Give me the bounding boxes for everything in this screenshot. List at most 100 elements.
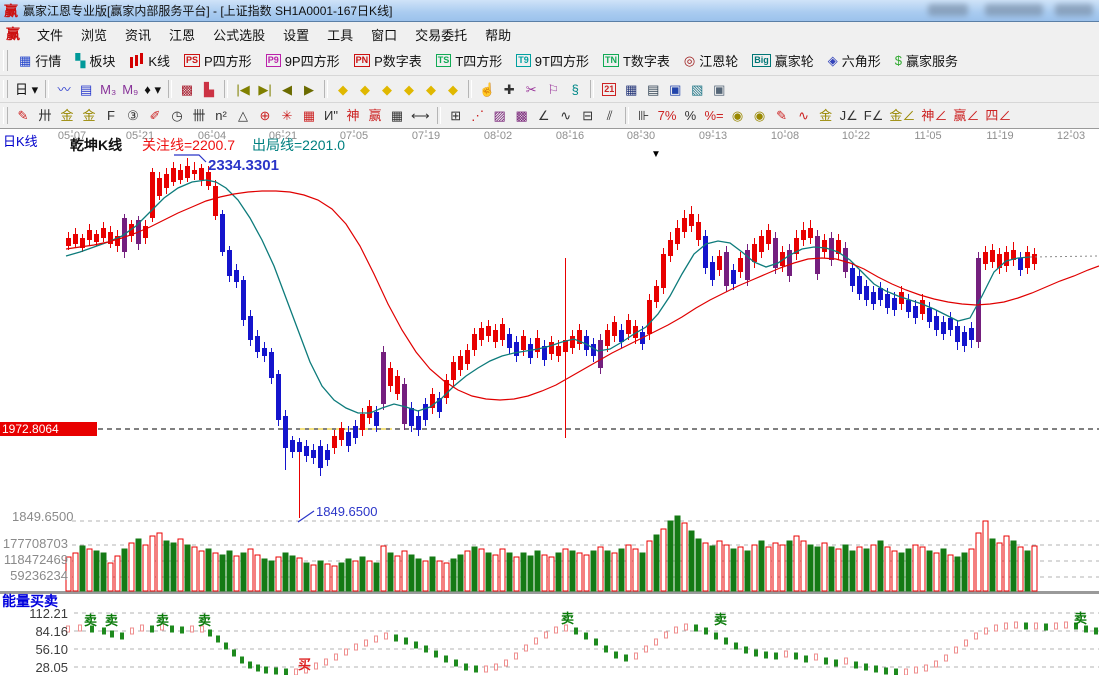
calendar-tool[interactable]: 21 [598, 79, 620, 99]
clock-cycle-tool[interactable]: ◷ [166, 106, 188, 126]
step-forward-button[interactable]: ▶ [298, 79, 320, 99]
menu-news[interactable]: 资讯 [116, 23, 160, 46]
9t-square-button[interactable]: T99T四方形 [509, 48, 596, 73]
menu-file[interactable]: 文件 [28, 23, 72, 46]
hexagon-button[interactable]: ◈六角形 [821, 48, 888, 73]
three-ruler-tool[interactable]: ③ [122, 106, 144, 126]
j-angle-tool[interactable]: J∠ [837, 106, 861, 126]
angle-tool[interactable]: △ [232, 106, 254, 126]
jump-last-button[interactable]: ▶| [254, 79, 276, 99]
f-ruler-tool[interactable]: F [100, 106, 122, 126]
width-tool[interactable]: ⟷ [408, 106, 433, 126]
hatch-tool[interactable]: ⫽ [599, 106, 621, 126]
menu-tools[interactable]: 工具 [318, 23, 362, 46]
grid-target-tool[interactable]: ▦ [298, 106, 320, 126]
t-square-button[interactable]: TST四方形 [429, 48, 509, 73]
ruler-tool[interactable]: 卅 [34, 106, 56, 126]
n-quote-tool[interactable]: И" [320, 106, 342, 126]
box-2-tool[interactable]: ⊟ [577, 106, 599, 126]
wave-line-tool[interactable]: ∿ [793, 106, 815, 126]
hand-tool[interactable]: ☝ [476, 79, 498, 99]
ying-tool[interactable]: 赢 [364, 106, 386, 126]
sectors-button[interactable]: ▚板块 [68, 48, 122, 73]
crosshair-tool[interactable]: ✚ [498, 79, 520, 99]
wave-3-tool[interactable]: M₃ [97, 79, 119, 99]
f-angle-tool[interactable]: F∠ [861, 106, 887, 126]
notes-tool[interactable]: ▤ [642, 79, 664, 99]
ying-angle-tool[interactable]: 赢∠ [950, 106, 982, 126]
diamond-tool-all[interactable]: ◆ [442, 79, 464, 99]
gold-ruler-1-tool[interactable]: 金 [56, 106, 78, 126]
calculator-tool[interactable]: ▦ [620, 79, 642, 99]
brush-2-tool[interactable]: ✐ [144, 106, 166, 126]
wave-9-tool[interactable]: M₉ [119, 79, 141, 99]
zigzag-2-tool[interactable]: ∿ [555, 106, 577, 126]
winner-wheel-button[interactable]: Big赢家轮 [745, 48, 821, 73]
menu-window[interactable]: 窗口 [362, 23, 406, 46]
star-ray-tool[interactable]: ✳ [276, 106, 298, 126]
diamond-tool-left[interactable]: ◆ [332, 79, 354, 99]
scale-tool[interactable]: 卌 [188, 106, 210, 126]
gold-angle-tool[interactable]: 金∠ [886, 106, 918, 126]
menu-formula-stock-pick[interactable]: 公式选股 [204, 23, 274, 46]
purple-grid-tool[interactable]: ▩ [511, 106, 533, 126]
zigzag-tool[interactable]: 〰 [53, 79, 75, 99]
menu-settings[interactable]: 设置 [274, 23, 318, 46]
percent-ruler-tool[interactable]: ⊪ [633, 106, 655, 126]
kline-button[interactable]: K线 [122, 48, 177, 73]
menu-browse[interactable]: 浏览 [72, 23, 116, 46]
gold-ruler-2-tool[interactable]: 金 [78, 106, 100, 126]
si-angle-tool[interactable]: 四∠ [982, 106, 1014, 126]
pattern-box-tool[interactable]: ▩ [176, 79, 198, 99]
date-tick-label: 10-22 [834, 130, 878, 142]
winner-service-button[interactable]: $赢家服务 [888, 48, 965, 73]
shen-angle-tool[interactable]: 神∠ [918, 106, 950, 126]
compass-tool[interactable]: ⊕ [254, 106, 276, 126]
cut-tool[interactable]: ✂ [520, 79, 542, 99]
shen-tool[interactable]: 神 [342, 106, 364, 126]
save-tool[interactable]: ▣ [664, 79, 686, 99]
section-tool[interactable]: § [564, 79, 586, 99]
seven-percent-tool[interactable]: 7% [655, 106, 680, 126]
9p-square-button[interactable]: P99P四方形 [259, 48, 347, 73]
menu-help[interactable]: 帮助 [476, 23, 520, 46]
main-chart-canvas[interactable] [0, 130, 1099, 675]
low-axis-label: 1849.6500 [12, 509, 73, 524]
flag-tool[interactable]: ⚐ [542, 79, 564, 99]
volume-profile-tool[interactable]: ▙ [198, 79, 220, 99]
detail-list-tool[interactable]: ▤ [75, 79, 97, 99]
chart-area[interactable] [0, 130, 1099, 675]
percent-tool[interactable]: % [679, 106, 701, 126]
purple-box-tool[interactable]: ▨ [489, 106, 511, 126]
p-square-button[interactable]: PSP四方形 [177, 48, 259, 73]
chart-export-tool[interactable]: ▧ [686, 79, 708, 99]
system-tool[interactable]: ▣ [708, 79, 730, 99]
diamond-tool-v[interactable]: ◆ [420, 79, 442, 99]
brush-3-tool[interactable]: ✎ [771, 106, 793, 126]
gold-circle-2-tool[interactable]: ◉ [749, 106, 771, 126]
fan-lines-tool[interactable]: ⋰ [467, 106, 489, 126]
t-number-table-button[interactable]: TNT数字表 [596, 48, 677, 73]
angle-line-tool[interactable]: ∠ [533, 106, 555, 126]
gann-wheel-button[interactable]: ◎江恩轮 [677, 48, 745, 73]
pane-label-daily-kline[interactable]: 日K线 [3, 131, 38, 150]
p-number-table-button[interactable]: PNP数字表 [347, 48, 429, 73]
gold-tool[interactable]: 金 [815, 106, 837, 126]
diamond-tool-h[interactable]: ◆ [376, 79, 398, 99]
jump-first-button[interactable]: |◀ [232, 79, 254, 99]
period-selector[interactable]: 日 ▾ [12, 79, 41, 99]
percent-lines-tool[interactable]: %= [701, 106, 726, 126]
n2-tool[interactable]: n² [210, 106, 232, 126]
diamond-tool-x[interactable]: ◆ [398, 79, 420, 99]
toolbar-separator [437, 107, 441, 125]
menu-gann[interactable]: 江恩 [160, 23, 204, 46]
step-back-button[interactable]: ◀ [276, 79, 298, 99]
brush-tool[interactable]: ✎ [12, 106, 34, 126]
menu-trade-order[interactable]: 交易委托 [406, 23, 476, 46]
grid-123-tool[interactable]: ▦ [386, 106, 408, 126]
grid-box-tool[interactable]: ⊞ [445, 106, 467, 126]
candle-style-tool[interactable]: ♦ ▾ [141, 79, 164, 99]
gold-circle-tool[interactable]: ◉ [727, 106, 749, 126]
diamond-tool-right[interactable]: ◆ [354, 79, 376, 99]
market-quotes-button[interactable]: ▦行情 [12, 48, 68, 73]
